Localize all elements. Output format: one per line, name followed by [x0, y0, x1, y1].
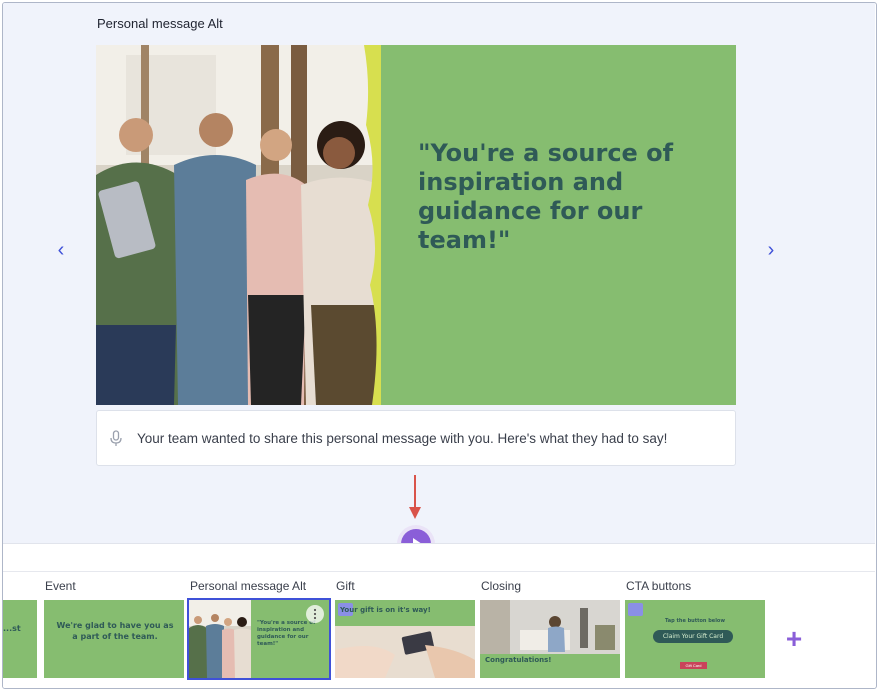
- people-icon: [628, 603, 643, 616]
- slide-label: Personal message Alt: [190, 579, 307, 593]
- previous-slide-arrow-icon[interactable]: ‹: [50, 239, 72, 261]
- slide-timeline: ...st Event We're glad to have you as a …: [3, 543, 875, 688]
- slide-thumbnail[interactable]: ...st: [3, 600, 37, 678]
- add-slide-plus-icon[interactable]: +: [782, 625, 806, 653]
- thumbnail-text: ...st: [3, 624, 21, 633]
- thumbnail-text: Your gift is on it's way!: [340, 606, 431, 614]
- slide-thumbnail-gift[interactable]: Your gift is on it's way!: [335, 600, 475, 678]
- claim-gift-card-button: Claim Your Gift Card: [653, 630, 733, 643]
- slide-title: Personal message Alt: [97, 16, 223, 31]
- next-slide-arrow-icon[interactable]: ›: [760, 239, 782, 261]
- thumbnail-menu-icon[interactable]: [306, 605, 324, 623]
- more-vertical-icon: [313, 608, 317, 620]
- slide-quote: "You're a source of inspiration and guid…: [418, 139, 674, 254]
- app-frame: Personal message Alt ‹ › "You're a sourc…: [2, 2, 877, 689]
- thumbnail-text: "You're a source of inspiration and guid…: [257, 620, 316, 647]
- slide-label: Closing: [481, 579, 522, 593]
- voiceover-caption-field[interactable]: Your team wanted to share this personal …: [96, 410, 736, 466]
- team-photo: [96, 45, 381, 405]
- closing-photo-thumbnail: [480, 600, 620, 654]
- slide-label: Event: [45, 579, 76, 593]
- caption-text: Your team wanted to share this personal …: [137, 431, 668, 446]
- slide-thumbnail-cta-buttons[interactable]: Tap the button below Claim Your Gift Car…: [625, 600, 765, 678]
- thumbnail-text: Tap the button below: [665, 618, 725, 624]
- slide-editor: Personal message Alt ‹ › "You're a sourc…: [3, 3, 875, 543]
- thumbnail-text: We're glad to have you as a part of the …: [56, 621, 174, 641]
- timeline-divider: [3, 571, 875, 572]
- slide-thumbnail-personal-message-alt[interactable]: "You're a source of inspiration and guid…: [187, 598, 331, 680]
- microphone-icon: [110, 430, 122, 446]
- thumbnail-text: Congratulations!: [485, 656, 552, 664]
- down-arrow-icon: [409, 475, 421, 519]
- slide-thumbnail-closing[interactable]: Congratulations!: [480, 600, 620, 678]
- slide-label: Gift: [336, 579, 355, 593]
- slide-label: CTA buttons: [626, 579, 692, 593]
- gift-card-badge: Gift Card: [680, 662, 707, 669]
- slide-preview[interactable]: "You're a source of inspiration and guid…: [96, 45, 736, 405]
- team-photo-thumbnail: [189, 600, 251, 678]
- slide-thumbnail-event[interactable]: We're glad to have you as a part of the …: [44, 600, 184, 678]
